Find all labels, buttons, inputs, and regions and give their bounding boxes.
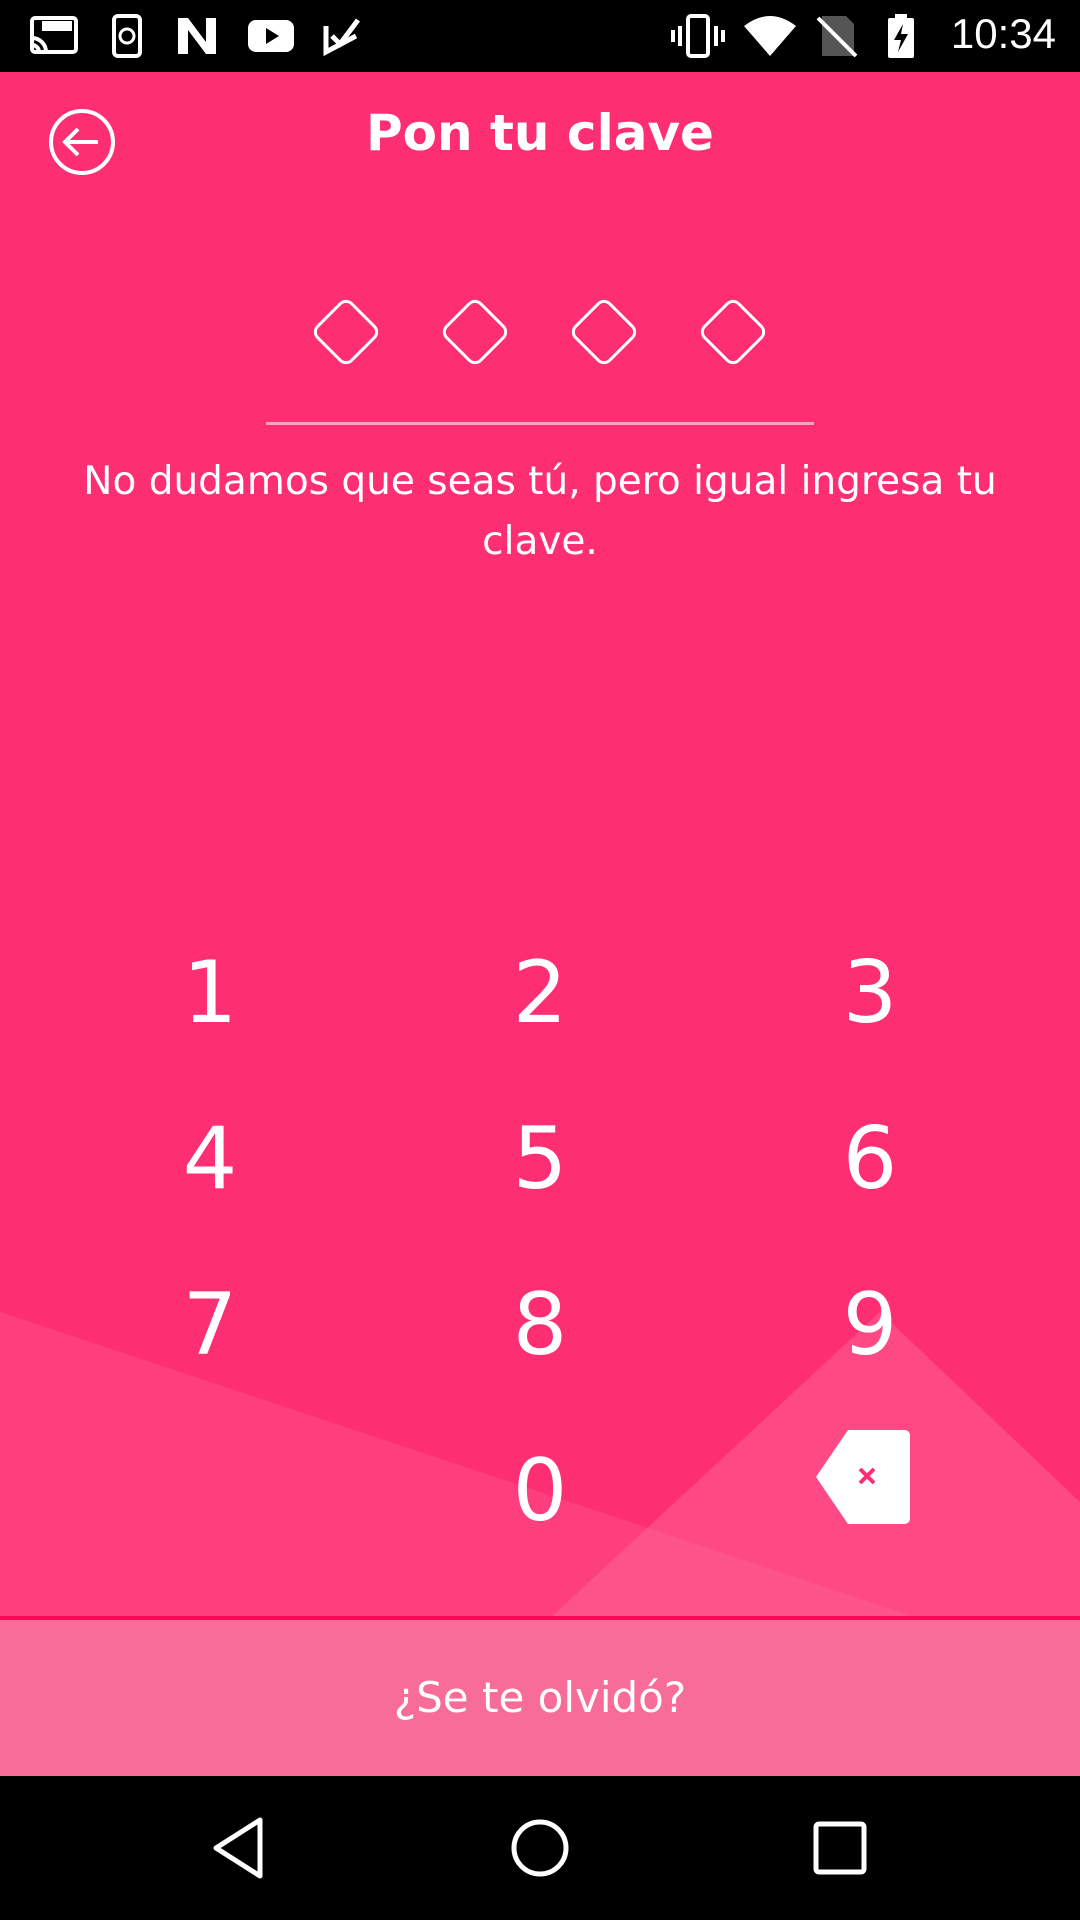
forgot-pin-button[interactable]: ¿Se te olvidó? [0, 1620, 1080, 1776]
keypad-key-6[interactable]: 6 [760, 1094, 980, 1224]
n-logo-icon [178, 18, 216, 54]
backspace-button[interactable] [808, 1422, 918, 1532]
keypad-key-9[interactable]: 9 [760, 1260, 980, 1390]
keypad-key-5[interactable]: 5 [430, 1094, 650, 1224]
pin-slot [571, 299, 637, 365]
keypad-key-7[interactable]: 7 [100, 1260, 320, 1390]
keypad-key-4[interactable]: 4 [100, 1094, 320, 1224]
keypad-key-3[interactable]: 3 [760, 928, 980, 1058]
recents-square-icon[interactable] [804, 1812, 876, 1884]
system-nav-bar [0, 1776, 1080, 1920]
pin-divider [266, 422, 814, 425]
pin-entry-screen: Pon tu clave No dudamos que seas tú, per… [0, 72, 1080, 1776]
pin-slot [313, 299, 379, 365]
keypad-key-8[interactable]: 8 [430, 1260, 650, 1390]
wifi-icon [744, 16, 796, 56]
instructions-text: No dudamos que seas tú, pero igual ingre… [83, 459, 997, 564]
vibrate-icon [671, 14, 725, 58]
status-bar: 10:34 [0, 0, 1080, 72]
pin-slot [700, 299, 766, 365]
back-triangle-icon[interactable] [204, 1812, 276, 1884]
phone-sync-icon [112, 14, 142, 58]
pin-slot [442, 299, 508, 365]
keypad-key-2[interactable]: 2 [430, 928, 650, 1058]
clock: 10:34 [950, 10, 1056, 57]
keypad-key-1[interactable]: 1 [100, 928, 320, 1058]
forgot-pin-label: ¿Se te olvidó? [393, 1673, 687, 1722]
no-sim-icon [816, 16, 858, 58]
home-circle-icon[interactable] [504, 1812, 576, 1884]
pin-indicator [300, 286, 780, 386]
page-title: Pon tu clave [366, 104, 714, 162]
cast-http-icon [30, 16, 78, 54]
keypad-key-0[interactable]: 0 [430, 1426, 650, 1556]
youtube-icon [248, 20, 294, 52]
backspace-icon [816, 1430, 910, 1524]
battery-charging-icon [888, 14, 914, 58]
checkmark-app-icon [323, 18, 360, 57]
